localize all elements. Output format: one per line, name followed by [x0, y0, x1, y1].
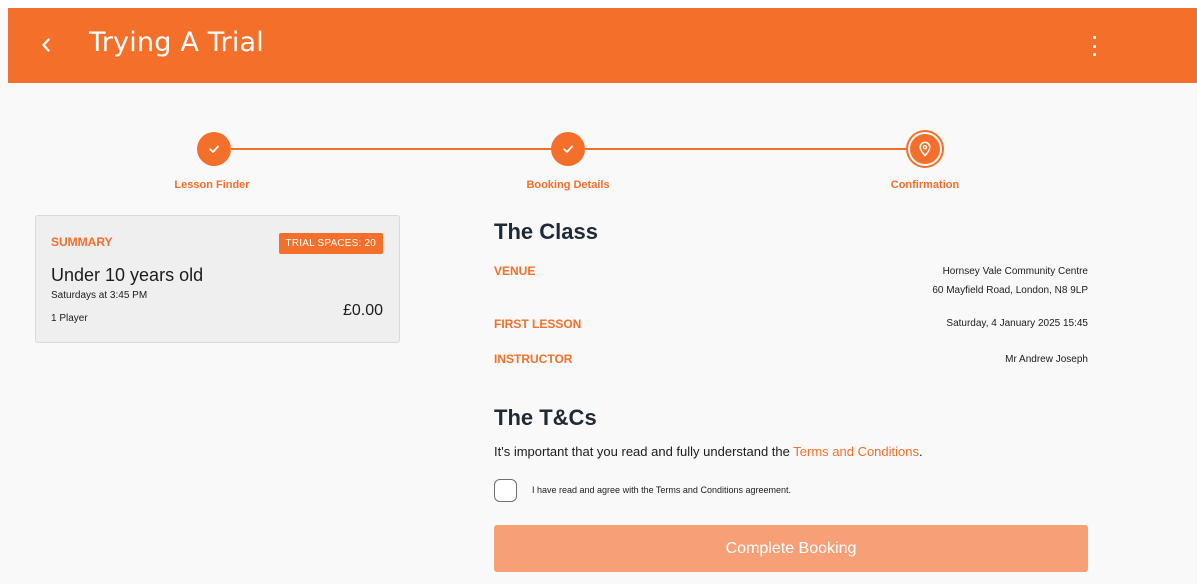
step-1-complete	[197, 132, 231, 166]
class-time: Saturdays at 3:45 PM	[51, 290, 148, 301]
instructor-value: Mr Andrew Joseph	[1005, 354, 1088, 365]
trial-spaces-badge: TRIAL SPACES: 20	[278, 233, 383, 254]
agree-label[interactable]: I have read and agree with the Terms and…	[532, 485, 791, 495]
step-3-current	[910, 134, 940, 164]
class-name: Under 10 years old	[51, 265, 204, 285]
more-vertical-icon-dot	[1092, 44, 1096, 48]
terms-link[interactable]: Terms and Conditions	[793, 444, 919, 459]
app-bar: Trying A Trial	[8, 8, 1197, 83]
price: £0.00	[342, 302, 383, 319]
more-options-button[interactable]	[1089, 36, 1099, 56]
venue-label: VENUE	[494, 264, 536, 278]
chevron-left-icon	[42, 38, 50, 52]
tcs-intro-end: .	[919, 444, 923, 459]
back-button[interactable]	[38, 34, 54, 56]
summary-card: SUMMARY TRIAL SPACES: 20 Under 10 years …	[35, 215, 400, 343]
complete-booking-button[interactable]: Complete Booking	[494, 525, 1088, 572]
player-count: 1 Player	[51, 313, 88, 324]
step-connector	[231, 148, 554, 150]
step-2-complete	[551, 132, 585, 166]
first-lesson-label: FIRST LESSON	[494, 317, 582, 331]
class-section-title: The Class	[494, 219, 598, 244]
summary-heading: SUMMARY	[51, 235, 113, 249]
agree-checkbox[interactable]	[494, 479, 517, 502]
tcs-section-title: The T&Cs	[494, 405, 597, 430]
venue-address: 60 Mayfield Road, London, N8 9LP	[932, 285, 1088, 296]
map-pin-icon	[919, 141, 931, 157]
venue-name: Hornsey Vale Community Centre	[942, 266, 1088, 277]
instructor-label: INSTRUCTOR	[494, 352, 573, 366]
more-vertical-icon	[1092, 36, 1096, 39]
more-vertical-icon-dot	[1092, 53, 1096, 56]
venue-value: Hornsey Vale Community Centre 60 Mayfiel…	[932, 262, 1088, 300]
check-icon	[563, 145, 573, 153]
check-icon	[209, 145, 219, 153]
page-title: Trying A Trial	[89, 27, 264, 58]
step-label-confirmation: Confirmation	[890, 179, 960, 191]
first-lesson-value: Saturday, 4 January 2025 15:45	[946, 318, 1088, 329]
top-strip	[0, 0, 1197, 8]
step-label-lesson-finder: Lesson Finder	[174, 179, 250, 191]
step-label-booking-details: Booking Details	[526, 179, 610, 191]
tcs-intro: It's important that you read and fully u…	[494, 444, 923, 459]
tcs-intro-text: It's important that you read and fully u…	[494, 444, 794, 459]
step-connector	[585, 148, 908, 150]
